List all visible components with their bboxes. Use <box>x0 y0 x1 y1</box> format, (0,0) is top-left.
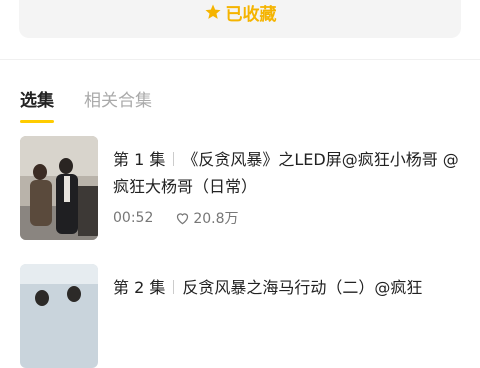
episode-title-text: 反贪风暴之海马行动（二）@疯狂 <box>182 278 423 297</box>
episode-title: 第 1 集《反贪风暴》之LED屏@疯狂小杨哥 @疯狂大杨哥（日常） <box>113 146 463 200</box>
episode-meta: 00:52 20.8万 <box>113 208 239 228</box>
title-separator <box>173 280 175 294</box>
episode-number: 第 2 集 <box>113 278 166 297</box>
episode-tabs: 选集 相关合集 <box>20 86 152 123</box>
episode-thumbnail <box>20 264 98 368</box>
heart-icon <box>175 211 190 225</box>
star-icon <box>204 3 222 21</box>
section-divider <box>0 59 480 60</box>
episode-number: 第 1 集 <box>113 150 166 169</box>
episode-title: 第 2 集反贪风暴之海马行动（二）@疯狂 <box>113 274 463 301</box>
episode-thumbnail <box>20 136 98 240</box>
episode-item[interactable]: 第 2 集反贪风暴之海马行动（二）@疯狂 <box>20 264 460 368</box>
episode-item[interactable]: 第 1 集《反贪风暴》之LED屏@疯狂小杨哥 @疯狂大杨哥（日常） 00:52 … <box>20 136 460 240</box>
favorited-label: 已收藏 <box>225 4 277 25</box>
favorited-button[interactable]: 已收藏 <box>19 0 461 38</box>
title-separator <box>173 152 175 166</box>
episode-duration: 00:52 <box>113 210 154 226</box>
tab-related-collections[interactable]: 相关合集 <box>84 86 152 114</box>
likes-count: 20.8万 <box>193 211 239 227</box>
tab-episodes[interactable]: 选集 <box>20 86 54 123</box>
episode-likes: 20.8万 <box>175 208 239 228</box>
